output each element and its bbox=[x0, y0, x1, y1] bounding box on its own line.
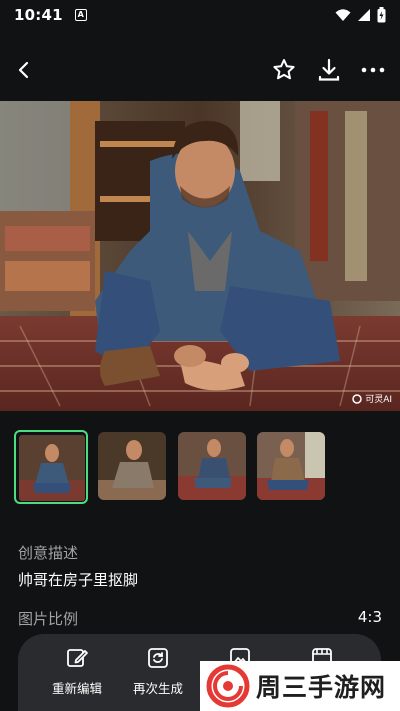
image-ratio-value: 4:3 bbox=[357, 608, 382, 626]
back-button[interactable] bbox=[10, 56, 38, 84]
top-bar bbox=[0, 44, 400, 100]
more-options-button[interactable] bbox=[359, 56, 387, 84]
re-edit-button[interactable]: 重新编辑 bbox=[37, 646, 117, 697]
generated-image[interactable]: 可灵AI bbox=[0, 101, 400, 411]
hero-illustration bbox=[0, 101, 400, 411]
more-dots-icon bbox=[361, 67, 385, 73]
back-arrow-icon bbox=[18, 61, 29, 79]
site-watermark-overlay: 周三手游网 bbox=[200, 661, 400, 711]
watermark: 可灵AI bbox=[352, 392, 392, 405]
download-icon bbox=[318, 58, 340, 81]
star-icon bbox=[273, 59, 295, 80]
battery-icon bbox=[377, 7, 386, 23]
thumbnail-1[interactable] bbox=[14, 430, 88, 504]
favorite-button[interactable] bbox=[270, 56, 298, 84]
creative-description-value: 帅哥在房子里抠脚 bbox=[18, 571, 139, 589]
wifi-icon bbox=[335, 9, 351, 21]
edit-icon bbox=[67, 649, 88, 667]
notification-a-icon: A bbox=[74, 9, 87, 21]
brand-logo-icon bbox=[206, 664, 250, 708]
brand-text: 周三手游网 bbox=[256, 673, 387, 702]
status-bar: 10:41 A bbox=[0, 0, 400, 30]
thumbnail-4[interactable] bbox=[257, 432, 325, 500]
re-edit-label: 重新编辑 bbox=[51, 681, 102, 696]
download-button[interactable] bbox=[315, 56, 343, 84]
watermark-text: 可灵AI bbox=[365, 395, 392, 405]
thumbnail-3[interactable] bbox=[178, 432, 246, 500]
status-time: 10:41 bbox=[14, 6, 63, 24]
creative-description-label: 创意描述 bbox=[18, 544, 79, 562]
regenerate-label: 再次生成 bbox=[132, 681, 183, 696]
status-icons bbox=[335, 7, 386, 23]
image-ratio-label: 图片比例 bbox=[18, 610, 79, 628]
signal-icon bbox=[358, 9, 370, 21]
watermark-logo-icon bbox=[352, 393, 362, 404]
regenerate-icon bbox=[148, 648, 168, 668]
thumbnail-2[interactable] bbox=[98, 432, 166, 500]
thumbnail-strip bbox=[14, 430, 344, 504]
regenerate-button[interactable]: 再次生成 bbox=[118, 646, 198, 697]
